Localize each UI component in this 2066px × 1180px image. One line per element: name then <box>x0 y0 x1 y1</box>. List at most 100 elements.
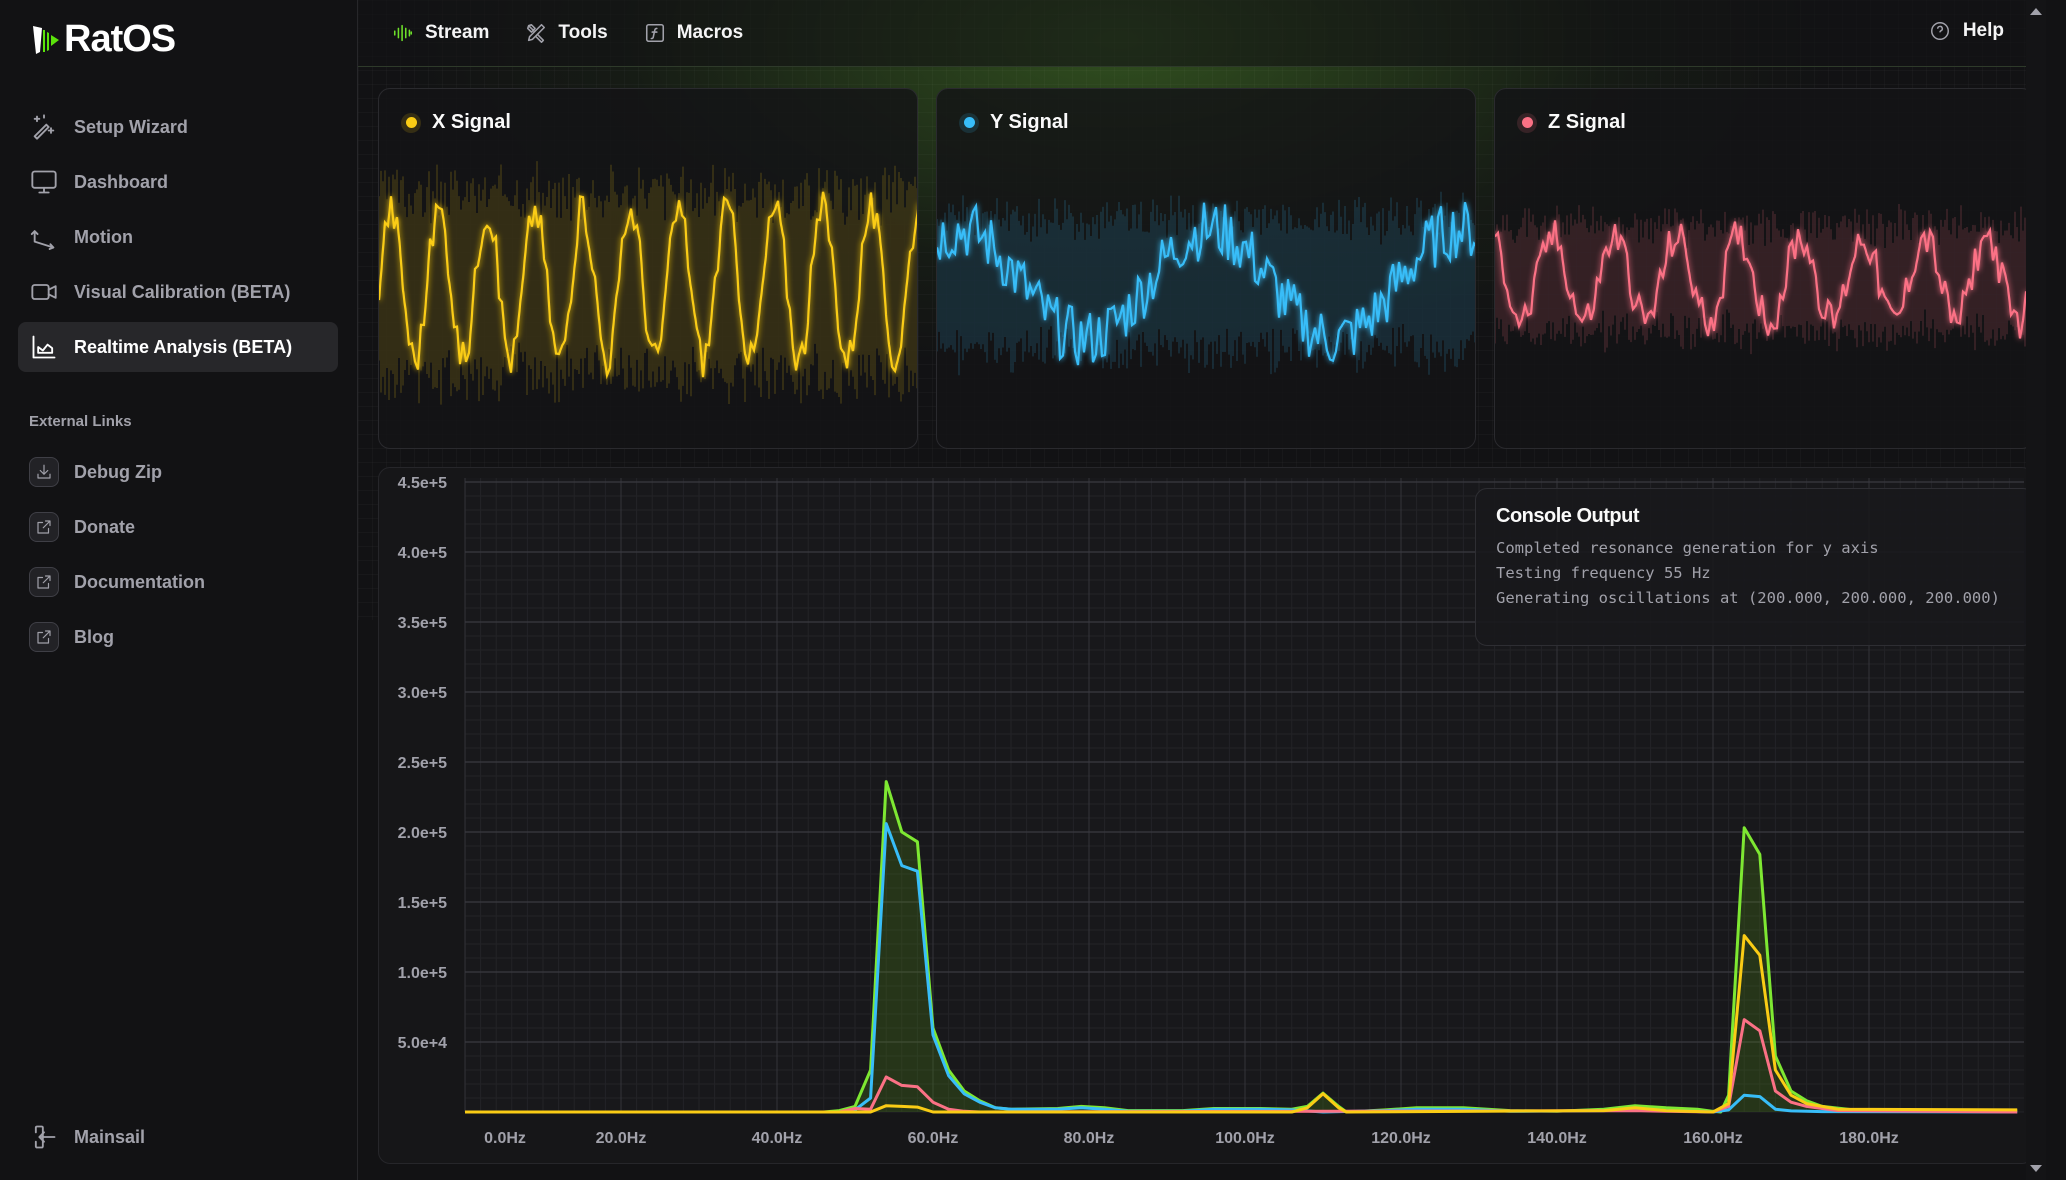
y-tick-label: 3.5e+5 <box>398 615 447 632</box>
nav-label: Motion <box>74 226 133 247</box>
signal-noise-band <box>1495 204 2033 355</box>
signal-indicator <box>1517 112 1537 133</box>
bottom-nav: Mainsail <box>18 1112 338 1167</box>
y-tick-label: 1.5e+5 <box>398 895 447 912</box>
x-tick-label: 160.0Hz <box>1683 1130 1743 1147</box>
signal-card-title: Z Signal <box>1517 111 1626 134</box>
z-signal-waveform <box>1495 204 2033 355</box>
magic-wand-icon <box>29 112 59 142</box>
x-tick-label: 100.0Hz <box>1215 1130 1275 1147</box>
console-title: Console Output <box>1496 505 1639 527</box>
link-debug-zip[interactable]: Debug Zip <box>18 447 338 497</box>
help-label: Help <box>1962 20 2004 41</box>
y-signal-waveform <box>937 191 1475 376</box>
link-blog[interactable]: Blog <box>18 612 338 662</box>
sidebar: RatOS Setup Wizard Dashboard Motion Visu… <box>0 0 358 1180</box>
scroll-down-arrow-icon[interactable] <box>2030 1165 2042 1172</box>
nav-label: Visual Calibration (BETA) <box>74 281 291 302</box>
x-tick-label: 20.0Hz <box>596 1130 647 1147</box>
nav-label: Dashboard <box>74 171 169 192</box>
tab-tools[interactable]: Tools <box>525 22 608 44</box>
signal-dot-icon <box>405 117 417 128</box>
link-documentation[interactable]: Documentation <box>18 557 338 607</box>
y-tick-label: 5.0e+4 <box>398 1035 447 1052</box>
top-bar: Stream Tools Macros Help <box>358 0 2046 67</box>
app-name: RatOS <box>64 18 176 60</box>
signal-title: Y Signal <box>990 111 1069 133</box>
x-tick-label: 120.0Hz <box>1371 1130 1431 1147</box>
signal-title: Z Signal <box>1548 111 1626 133</box>
tab-macros[interactable]: Macros <box>644 22 744 44</box>
area-chart-icon <box>29 332 59 362</box>
ratos-logo[interactable]: RatOS <box>30 18 176 61</box>
signal-card-y: Y Signal <box>936 88 1476 449</box>
question-circle-icon <box>1930 22 1949 40</box>
tab-label: Tools <box>558 22 608 43</box>
y-tick-label: 4.5e+5 <box>398 475 447 492</box>
tab-label: Macros <box>676 22 744 43</box>
spectrum-chart: 5.0e+4 1.0e+5 1.5e+5 2.0e+5 2.5e+5 3.0e+5 3.5e… <box>378 467 2034 1164</box>
console-line: Generating oscillations at (200.000, 200… <box>1496 589 2000 607</box>
y-tick-label: 1.0e+5 <box>398 965 447 982</box>
download-icon <box>29 457 59 487</box>
x-tick-label: 140.0Hz <box>1527 1130 1587 1147</box>
y-axis-ticks: 5.0e+4 1.0e+5 1.5e+5 2.0e+5 2.5e+5 3.0e+5 3.5e… <box>398 475 447 1052</box>
external-links-heading: External Links <box>29 413 132 430</box>
console-line: Testing frequency 55 Hz <box>1496 564 1711 582</box>
signal-card-z: Z Signal <box>1494 88 2034 449</box>
y-tick-label: 4.0e+5 <box>398 545 447 562</box>
link-label: Debug Zip <box>74 461 162 482</box>
nav-item-realtime-analysis[interactable]: Realtime Analysis (BETA) <box>18 322 338 372</box>
signal-card-title: X Signal <box>401 111 511 134</box>
app-window: RatOS Setup Wizard Dashboard Motion Visu… <box>0 0 2066 1180</box>
nav-item-dashboard[interactable]: Dashboard <box>18 157 338 207</box>
nav-item-mainsail[interactable]: Mainsail <box>18 1112 338 1162</box>
rat-logo-icon <box>33 25 59 54</box>
y-tick-label: 3.0e+5 <box>398 685 447 702</box>
external-link-icon <box>29 512 59 542</box>
signal-dot-icon <box>1521 117 1533 128</box>
axes-icon <box>29 222 59 252</box>
video-camera-icon <box>29 277 59 307</box>
x-tick-label: 60.0Hz <box>908 1130 959 1147</box>
waveform-icon <box>393 24 413 42</box>
external-link-icon <box>29 567 59 597</box>
nav-item-visual-calibration[interactable]: Visual Calibration (BETA) <box>18 267 338 317</box>
monitor-icon <box>29 167 59 197</box>
console-line: Completed resonance generation for y axi… <box>1496 539 1879 557</box>
signal-card-x: X Signal <box>378 88 918 449</box>
x-signal-waveform <box>379 161 917 405</box>
nav-label: Mainsail <box>74 1126 146 1147</box>
x-tick-label: 180.0Hz <box>1839 1130 1899 1147</box>
signal-dot-icon <box>963 117 975 128</box>
link-label: Donate <box>74 516 136 537</box>
tools-icon <box>527 23 546 43</box>
link-label: Documentation <box>74 571 206 592</box>
x-tick-label: 0.0Hz <box>484 1130 526 1147</box>
x-tick-label: 40.0Hz <box>752 1130 803 1147</box>
signal-title: X Signal <box>432 111 511 133</box>
nav-item-motion[interactable]: Motion <box>18 212 338 262</box>
function-icon <box>645 23 664 43</box>
signal-card-title: Y Signal <box>959 111 1069 134</box>
external-links: Debug Zip Donate Documentation Blog <box>18 447 338 667</box>
x-tick-label: 80.0Hz <box>1064 1130 1115 1147</box>
signal-noise-band <box>379 161 917 405</box>
link-donate[interactable]: Donate <box>18 502 338 552</box>
y-tick-label: 2.5e+5 <box>398 755 447 772</box>
main-nav: Setup Wizard Dashboard Motion Visual Cal… <box>18 102 338 377</box>
console-output-panel: Console Output Completed resonance gener… <box>1475 488 2033 646</box>
nav-label: Realtime Analysis (BETA) <box>74 336 293 357</box>
tab-stream[interactable]: Stream <box>392 22 489 44</box>
page-scrollbar[interactable] <box>2026 0 2046 1180</box>
main-content: Stream Tools Macros Help X Signal Y Sign… <box>358 0 2046 1180</box>
help-button[interactable]: Help <box>1929 20 2004 42</box>
nav-item-setup-wizard[interactable]: Setup Wizard <box>18 102 338 152</box>
sign-in-icon <box>29 1122 59 1152</box>
external-link-icon <box>29 622 59 652</box>
link-label: Blog <box>74 626 114 647</box>
nav-label: Setup Wizard <box>74 116 188 137</box>
signal-indicator <box>959 112 979 133</box>
tab-label: Stream <box>425 22 490 43</box>
scroll-up-arrow-icon[interactable] <box>2030 8 2042 15</box>
